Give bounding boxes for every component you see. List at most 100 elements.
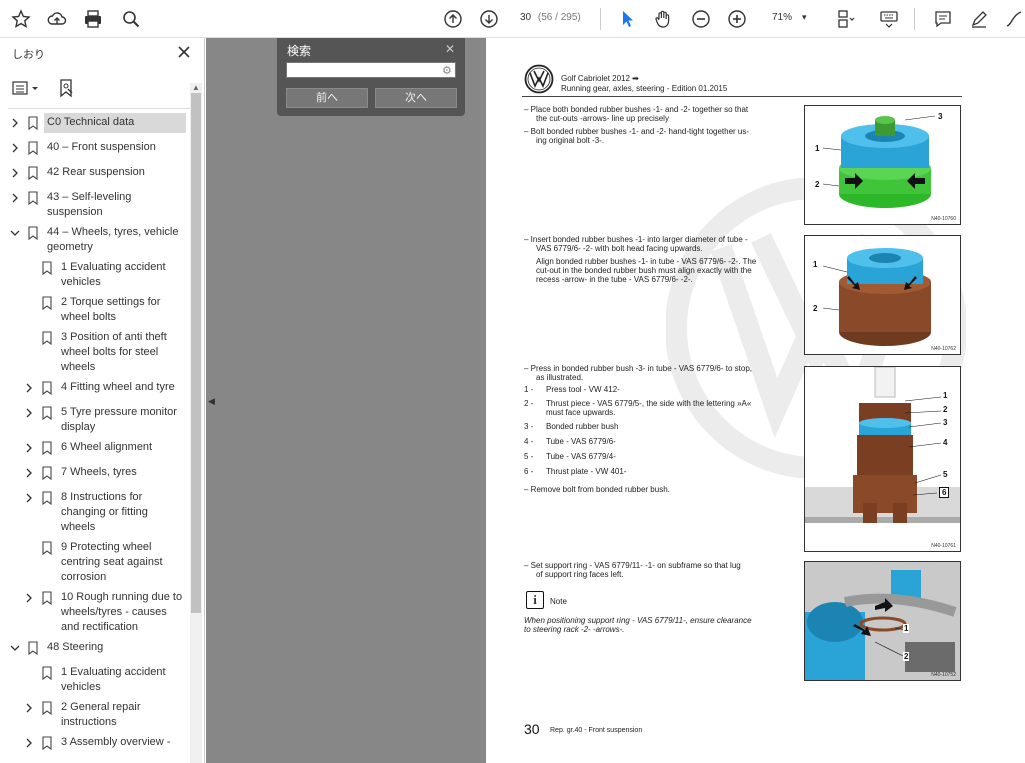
callout-4: 4 [943, 438, 948, 447]
chevron-right-icon[interactable] [24, 703, 34, 713]
comment-icon[interactable] [930, 6, 956, 32]
bookmark-item[interactable]: 9 Protecting wheel centring seat against… [0, 540, 190, 589]
select-cursor-icon[interactable] [614, 6, 640, 32]
close-icon[interactable] [176, 44, 192, 60]
bookmark-item[interactable]: C0 Technical data [0, 113, 190, 134]
bookmark-label: 44 – Wheels, tyres, vehicle geometry [47, 226, 179, 253]
chevron-right-icon[interactable] [24, 468, 34, 478]
bookmark-item[interactable]: 4 Fitting wheel and tyre [0, 380, 190, 399]
next-page-icon[interactable] [476, 6, 502, 32]
search-icon[interactable] [118, 6, 144, 32]
note-label: Note [550, 597, 567, 606]
search-title: 検索 [287, 44, 312, 58]
bookmark-icon [28, 191, 38, 206]
bookmark-item[interactable]: 5 Tyre pressure monitor display [0, 405, 190, 439]
list-item-text: Thrust plate - VW 401- [546, 467, 627, 476]
bookmark-item[interactable]: 44 – Wheels, tyres, vehicle geometry [0, 225, 190, 259]
bookmark-item[interactable]: 1 Evaluating accident vehicles [0, 260, 190, 294]
search-next-button[interactable]: 次へ [375, 88, 457, 108]
pen-highlight-icon[interactable] [966, 6, 992, 32]
options-menu-icon[interactable] [12, 80, 42, 101]
page-current[interactable]: 30 [520, 12, 531, 23]
bookmark-item[interactable]: 40 – Front suspension [0, 140, 190, 159]
bookmark-icon [28, 141, 38, 156]
chevron-down-icon[interactable] [10, 643, 20, 653]
chevron-right-icon[interactable] [24, 383, 34, 393]
hand-tool-icon[interactable] [650, 6, 676, 32]
chevron-right-icon[interactable] [10, 118, 20, 128]
bookmark-icon [28, 166, 38, 181]
page-indicator[interactable]: 30 (56 / 295) [520, 12, 581, 23]
figure-code: N40-10761 [931, 543, 956, 549]
bookmark-star-icon[interactable] [8, 6, 34, 32]
bookmark-item[interactable]: 42 Rear suspension [0, 165, 190, 184]
bookmark-item[interactable]: 43 – Self-leveling suspension [0, 190, 190, 224]
bookmark-label: 2 General repair instructions [61, 701, 141, 728]
bookmark-label: 4 Fitting wheel and tyre [61, 381, 175, 393]
chevron-right-icon[interactable] [24, 738, 34, 748]
print-icon[interactable] [80, 6, 106, 32]
figure-press-bush: 1 2 3 4 5 6 N40-10761 [804, 366, 961, 552]
chevron-right-icon[interactable] [24, 408, 34, 418]
bookmark-item[interactable]: 6 Wheel alignment [0, 440, 190, 459]
bookmark-item[interactable]: 2 Torque settings for wheel bolts [0, 295, 190, 329]
scrollbar-thumb[interactable] [191, 93, 201, 613]
bookmark-icon [42, 491, 52, 506]
callout-1: 1 [813, 260, 818, 269]
step-text: as illustrated. [536, 373, 584, 382]
bookmarks-panel: しおり C0 Technical data 40 – Front suspensi… [0, 38, 205, 763]
bookmark-label: 42 Rear suspension [47, 166, 145, 178]
chevron-right-icon[interactable] [10, 143, 20, 153]
zoom-level[interactable]: 71% [772, 12, 792, 23]
bookmark-item[interactable]: 10 Rough running due to wheels/tyres - c… [0, 590, 190, 639]
chevron-right-icon[interactable] [10, 193, 20, 203]
callout-2: 2 [815, 180, 820, 189]
figure-code: N40-10762 [931, 346, 956, 352]
search-input[interactable] [286, 62, 456, 78]
bookmark-icon [42, 666, 52, 681]
keyboard-icon[interactable] [876, 6, 902, 32]
page-footer: Rep. gr.40 - Front suspension [550, 727, 643, 734]
search-close-icon[interactable]: ✕ [445, 42, 455, 56]
figure-code: N40-10752 [931, 672, 956, 678]
bookmark-icon [42, 331, 52, 346]
zoom-in-icon[interactable] [724, 6, 750, 32]
vw-logo [524, 64, 554, 94]
chevron-right-icon[interactable] [24, 493, 34, 503]
bookmark-label: 5 Tyre pressure monitor display [61, 406, 177, 433]
bookmark-item[interactable]: 1 Evaluating accident vehicles [0, 665, 190, 699]
list-item-text: Bonded rubber bush [546, 422, 619, 431]
list-item-text: Tube - VAS 6779/6- [546, 437, 616, 446]
sidebar-scrollbar[interactable]: ▲ ▼ [190, 83, 202, 763]
upload-cloud-icon[interactable] [44, 6, 70, 32]
bookmark-item[interactable]: 48 Steering [0, 640, 190, 659]
page-number: 30 [524, 721, 540, 737]
bookmark-icon [42, 441, 52, 456]
chevron-right-icon[interactable] [24, 443, 34, 453]
bookmark-item[interactable]: 2 General repair instructions [0, 700, 190, 734]
list-item-text: Press tool - VW 412- [546, 385, 620, 394]
page-layout-icon[interactable] [833, 6, 859, 32]
bookmark-label: 3 Position of anti theft wheel bolts for… [61, 331, 167, 373]
zoom-dropdown-icon[interactable]: ▾ [802, 12, 807, 23]
bookmark-item[interactable]: 3 Assembly overview - [0, 735, 190, 763]
add-bookmark-icon[interactable] [58, 78, 76, 103]
prev-page-icon[interactable] [440, 6, 466, 32]
search-settings-icon[interactable]: ⚙ [442, 64, 452, 77]
bookmark-label: 2 Torque settings for wheel bolts [61, 296, 161, 323]
draw-icon[interactable] [1001, 6, 1025, 32]
chevron-right-icon[interactable] [10, 168, 20, 178]
doc-header-title: Golf Cabriolet 2012 ➡ [561, 74, 639, 83]
bookmark-label: 1 Evaluating accident vehicles [61, 261, 166, 288]
search-prev-button[interactable]: 前へ [286, 88, 368, 108]
bookmark-item[interactable]: 8 Instructions for changing or fitting w… [0, 490, 190, 539]
bookmark-item[interactable]: 3 Position of anti theft wheel bolts for… [0, 330, 190, 379]
zoom-out-icon[interactable] [688, 6, 714, 32]
chevron-down-icon[interactable] [10, 228, 20, 238]
chevron-right-icon[interactable] [24, 593, 34, 603]
divider [8, 108, 198, 109]
bookmark-item[interactable]: 7 Wheels, tyres [0, 465, 190, 484]
collapse-panel-icon[interactable]: ◀ [208, 396, 215, 407]
scroll-up-icon[interactable]: ▲ [192, 83, 200, 92]
bookmark-icon [42, 466, 52, 481]
